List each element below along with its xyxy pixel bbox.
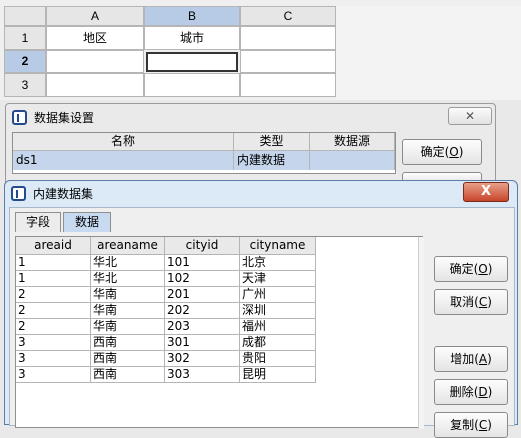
ok-label: 确定 (420, 145, 445, 159)
tab-data[interactable]: 数据 (63, 212, 111, 232)
grid-cell-areaname[interactable]: 华南 (91, 303, 165, 319)
grid-cell-cityname[interactable]: 福州 (240, 319, 316, 335)
delete-shortcut: D (478, 385, 488, 399)
ok-label: 确定 (449, 262, 474, 276)
delete-button[interactable]: 删除(D) (434, 379, 508, 405)
dialog-title: 数据集设置 (34, 111, 95, 125)
dialog-title: 内建数据集 (33, 187, 94, 201)
vertical-scrollbar[interactable] (418, 237, 424, 429)
copy-label: 复制 (450, 418, 475, 432)
spreadsheet: A B C 1 2 3 地区 城市 (0, 0, 521, 100)
close-button[interactable]: X (463, 182, 509, 202)
column-header-name: 名称 (13, 133, 234, 151)
grid-cell-cityname[interactable]: 贵阳 (240, 351, 316, 367)
grid-cell-areaname[interactable]: 华南 (91, 287, 165, 303)
column-header-cityid[interactable]: cityid (165, 237, 240, 255)
grid-cell-cityname[interactable]: 北京 (240, 255, 316, 271)
grid-cell-cityname[interactable]: 成都 (240, 335, 316, 351)
cell-c3[interactable] (240, 73, 336, 97)
grid-cell-areaid[interactable]: 2 (16, 319, 91, 335)
grid-cell-areaname[interactable]: 西南 (91, 351, 165, 367)
ok-shortcut: O (449, 145, 459, 159)
ok-button[interactable]: 确定(O) (434, 256, 508, 282)
grid-cell-areaid[interactable]: 3 (16, 351, 91, 367)
column-header-cityname[interactable]: cityname (240, 237, 316, 255)
grid-cell-areaname[interactable]: 华北 (91, 271, 165, 287)
cell-a3[interactable] (46, 73, 144, 97)
close-icon: X (480, 184, 492, 199)
dataset-table: 名称 类型 数据源 ds1 内建数据 (12, 132, 396, 174)
tab-fields[interactable]: 字段 (15, 212, 61, 232)
cancel-button[interactable]: 取消(C) (434, 289, 508, 315)
copy-button[interactable]: 复制(C) (434, 412, 508, 438)
grid-cell-areaid[interactable]: 3 (16, 335, 91, 351)
data-grid: areaid areaname cityid cityname 1 华北 101 北京… (15, 236, 424, 429)
grid-cell-areaname[interactable]: 华南 (91, 319, 165, 335)
sheet-corner[interactable] (4, 6, 46, 26)
column-header-areaname[interactable]: areaname (91, 237, 165, 255)
app-icon (11, 186, 26, 201)
grid-cell-cityid[interactable]: 201 (165, 287, 240, 303)
grid-cell-cityid[interactable]: 302 (165, 351, 240, 367)
grid-cell-areaid[interactable]: 2 (16, 303, 91, 319)
grid-cell-cityname[interactable]: 广州 (240, 287, 316, 303)
cancel-shortcut: C (478, 295, 488, 309)
app-icon (12, 110, 27, 125)
dialog-body: 字段 数据 areaid areaname cityid cityname 1华… (9, 207, 515, 438)
dataset-row-source[interactable] (310, 151, 395, 170)
grid-cell-areaname[interactable]: 西南 (91, 335, 165, 351)
dataset-row-type[interactable]: 内建数据 (234, 151, 310, 170)
grid-cell-areaid[interactable]: 1 (16, 255, 91, 271)
column-header-b[interactable]: B (144, 6, 240, 26)
copy-shortcut: C (478, 418, 488, 432)
grid-cell-cityid[interactable]: 203 (165, 319, 240, 335)
cancel-label: 取消 (450, 295, 475, 309)
column-header-type: 类型 (234, 133, 310, 151)
grid-cell-areaname[interactable]: 西南 (91, 367, 165, 383)
grid-cell-cityid[interactable]: 102 (165, 271, 240, 287)
column-header-c[interactable]: C (240, 6, 336, 26)
column-header-source: 数据源 (310, 133, 395, 151)
grid-cell-cityname[interactable]: 天津 (240, 271, 316, 287)
grid-cell-cityid[interactable]: 202 (165, 303, 240, 319)
row-header-2[interactable]: 2 (4, 50, 46, 73)
grid-cell-cityname[interactable]: 深圳 (240, 303, 316, 319)
add-shortcut: A (478, 352, 488, 366)
dataset-row-name[interactable]: ds1 (13, 151, 234, 170)
sheet-empty-area (336, 6, 521, 100)
cell-a2[interactable] (46, 50, 144, 73)
grid-cell-areaid[interactable]: 3 (16, 367, 91, 383)
row-header-1[interactable]: 1 (4, 26, 46, 50)
grid-cell-cityid[interactable]: 301 (165, 335, 240, 351)
grid-cell-areaid[interactable]: 2 (16, 287, 91, 303)
grid-cell-cityid[interactable]: 303 (165, 367, 240, 383)
cell-b2-active[interactable] (146, 52, 238, 72)
close-button[interactable]: ✕ (448, 107, 492, 125)
grid-cell-areaname[interactable]: 华北 (91, 255, 165, 271)
close-icon: ✕ (464, 109, 476, 123)
column-header-areaid[interactable]: areaid (16, 237, 91, 255)
cell-c2[interactable] (240, 50, 336, 73)
cell-a1[interactable]: 地区 (46, 26, 144, 50)
add-button[interactable]: 增加(A) (434, 346, 508, 372)
add-label: 增加 (450, 352, 475, 366)
cell-c1[interactable] (240, 26, 336, 50)
ok-button[interactable]: 确定(O) (402, 139, 482, 165)
builtin-dataset-dialog: 内建数据集 X 字段 数据 areaid areaname cityid cit… (4, 180, 518, 438)
delete-label: 删除 (449, 385, 474, 399)
ok-shortcut: O (478, 262, 488, 276)
cell-b3[interactable] (144, 73, 240, 97)
cell-b1[interactable]: 城市 (144, 26, 240, 50)
column-header-a[interactable]: A (46, 6, 144, 26)
grid-cell-cityname[interactable]: 昆明 (240, 367, 316, 383)
row-header-3[interactable]: 3 (4, 73, 46, 97)
grid-cell-areaid[interactable]: 1 (16, 271, 91, 287)
grid-cell-cityid[interactable]: 101 (165, 255, 240, 271)
